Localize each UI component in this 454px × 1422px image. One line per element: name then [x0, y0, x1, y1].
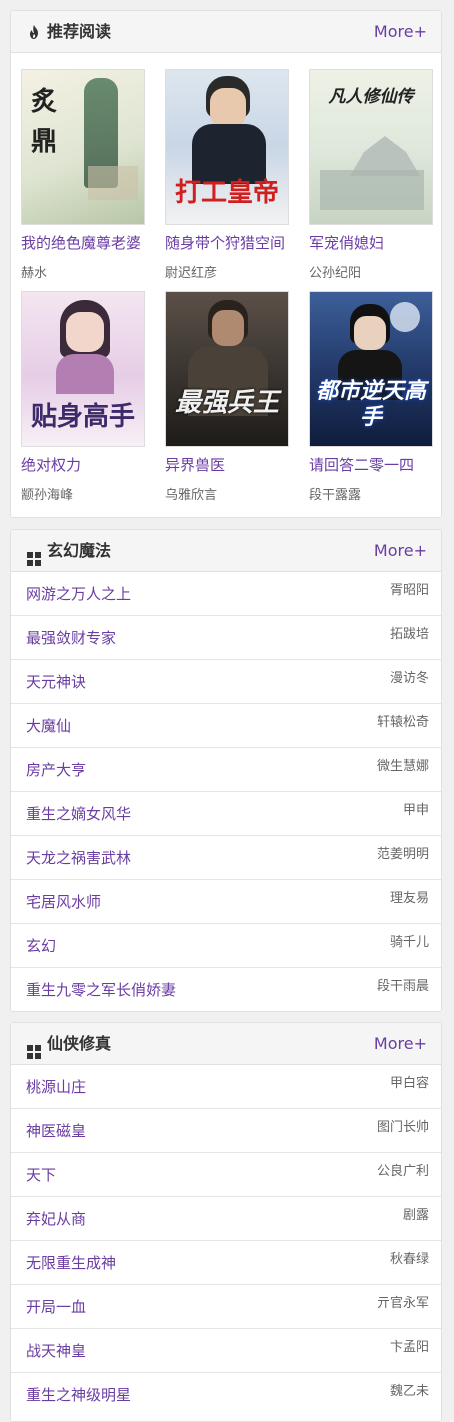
book-cover-title: 打工皇帝: [174, 178, 279, 208]
book-cover-title: 都市逆天高手: [316, 378, 427, 430]
list-item[interactable]: 战天神皇 卞孟阳: [11, 1329, 441, 1373]
list-item[interactable]: 弃妃从商 剧露: [11, 1197, 441, 1241]
list-item[interactable]: 桃源山庄 甲白容: [11, 1065, 441, 1109]
book-cover-title: 贴身高手: [30, 402, 135, 432]
book-title[interactable]: 军宠俏媳妇: [309, 233, 437, 253]
xuanhuan-header: 玄幻魔法 More+: [11, 530, 441, 572]
list-item-title[interactable]: 大魔仙: [26, 716, 71, 736]
list-item-title[interactable]: 重生之神级明星: [26, 1385, 131, 1405]
list-item-title[interactable]: 天元神诀: [26, 672, 86, 692]
book-title[interactable]: 随身带个狩猎空间: [165, 233, 293, 253]
list-item-title[interactable]: 开局一血: [26, 1297, 86, 1317]
book-author: 尉迟红彦: [165, 266, 218, 281]
recommend-panel: 推荐阅读 More+ 炙鼎 我的绝色魔尊老婆 赫水 打工皇帝 随身带个狩猎空间 …: [10, 10, 442, 518]
list-item-author: 微生慧娜: [376, 759, 429, 774]
list-item-title[interactable]: 无限重生成神: [26, 1253, 116, 1273]
list-item-author: 甲申: [402, 803, 429, 818]
xianxia-header: 仙侠修真 More+: [11, 1023, 441, 1065]
list-item-title[interactable]: 神医磁皇: [26, 1121, 86, 1141]
flame-icon: [30, 25, 38, 39]
list-item[interactable]: 天元神诀 漫访冬: [11, 660, 441, 704]
list-item-title[interactable]: 天龙之祸害武林: [26, 848, 131, 868]
xianxia-panel: 仙侠修真 More+ 桃源山庄 甲白容 神医磁皇 图门长帅 天下 公良广利 弃妃从商 剧…: [10, 1022, 442, 1422]
list-item-title[interactable]: 弃妃从商: [26, 1209, 86, 1229]
list-item-author: 骑千儿: [389, 935, 429, 950]
xuanhuan-list: 网游之万人之上 胥昭阳 最强敛财专家 拓跋培 天元神诀 漫访冬 大魔仙 轩辕松奇 房产大…: [11, 572, 441, 1011]
list-item[interactable]: 大魔仙 轩辕松奇: [11, 704, 441, 748]
list-item-title[interactable]: 天下: [26, 1165, 56, 1185]
list-item[interactable]: 网游之万人之上 胥昭阳: [11, 572, 441, 616]
book-cover[interactable]: 炙鼎: [21, 69, 145, 225]
list-item-author: 魏乙未: [389, 1384, 429, 1399]
book-author: 乌雅欣言: [165, 488, 218, 503]
list-item[interactable]: 开局一血 亓官永军: [11, 1285, 441, 1329]
recommend-more-link[interactable]: More+: [374, 22, 427, 42]
book-cover[interactable]: 凡人修仙传: [309, 69, 433, 225]
list-item[interactable]: 神医磁皇 图门长帅: [11, 1109, 441, 1153]
list-item[interactable]: 无限重生成神 秋春绿: [11, 1241, 441, 1285]
recommend-header: 推荐阅读 More+: [11, 11, 441, 53]
list-item-author: 段干雨晨: [376, 979, 429, 994]
list-item-author: 轩辕松奇: [376, 715, 429, 730]
list-item-title[interactable]: 战天神皇: [26, 1341, 86, 1361]
list-item-author: 剧露: [402, 1208, 429, 1223]
recommend-title: 推荐阅读: [27, 22, 111, 42]
book-title[interactable]: 绝对权力: [21, 455, 149, 475]
list-item-title[interactable]: 玄幻: [26, 936, 56, 956]
book-author: 公孙纪阳: [309, 266, 362, 281]
list-item[interactable]: 最强敛财专家 拓跋培: [11, 616, 441, 660]
list-item[interactable]: 天下 公良广利: [11, 1153, 441, 1197]
list-item-author: 范姜明明: [376, 847, 429, 862]
book-title[interactable]: 异界兽医: [165, 455, 293, 475]
book-cover-title: 最强兵王: [174, 388, 279, 418]
book-cover[interactable]: 打工皇帝: [165, 69, 289, 225]
list-item-author: 胥昭阳: [389, 583, 429, 598]
book-cover-title: 炙鼎: [30, 87, 57, 157]
xuanhuan-title: 玄幻魔法: [27, 541, 111, 566]
list-item-title[interactable]: 宅居风水师: [26, 892, 101, 912]
xianxia-title: 仙侠修真: [27, 1034, 111, 1059]
xianxia-list: 桃源山庄 甲白容 神医磁皇 图门长帅 天下 公良广利 弃妃从商 剧露 无限重生成神 秋春绿…: [11, 1065, 441, 1417]
list-item[interactable]: 房产大亨 微生慧娜: [11, 748, 441, 792]
recommend-title-text: 推荐阅读: [47, 22, 112, 41]
xianxia-title-text: 仙侠修真: [47, 1034, 112, 1053]
list-item[interactable]: 宅居风水师 理友易: [11, 880, 441, 924]
grid-icon: [27, 552, 41, 566]
book-cover[interactable]: 贴身高手: [21, 291, 145, 447]
xuanhuan-more-link[interactable]: More+: [374, 541, 427, 561]
list-item-author: 图门长帅: [376, 1120, 429, 1135]
list-item-title[interactable]: 房产大亨: [26, 760, 86, 780]
list-item-title[interactable]: 重生九零之军长俏娇妻: [26, 980, 176, 1000]
book-cover[interactable]: 最强兵王: [165, 291, 289, 447]
book-cover-title: 凡人修仙传: [328, 87, 414, 107]
list-item-author: 亓官永军: [376, 1296, 429, 1311]
list-item[interactable]: 重生之神级明星 魏乙未: [11, 1373, 441, 1417]
grid-icon: [27, 1045, 41, 1059]
list-item-author: 公良广利: [376, 1164, 429, 1179]
list-item-author: 秋春绿: [389, 1252, 429, 1267]
xuanhuan-panel: 玄幻魔法 More+ 网游之万人之上 胥昭阳 最强敛财专家 拓跋培 天元神诀 漫访冬 …: [10, 529, 442, 1012]
book-author: 颛孙海峰: [21, 488, 74, 503]
list-item-title[interactable]: 最强敛财专家: [26, 628, 116, 648]
list-item[interactable]: 重生九零之军长俏娇妻 段干雨晨: [11, 968, 441, 1011]
list-item[interactable]: 天龙之祸害武林 范姜明明: [11, 836, 441, 880]
list-item-author: 拓跋培: [389, 627, 429, 642]
list-item-author: 卞孟阳: [389, 1340, 429, 1355]
book-author: 赫水: [21, 266, 48, 281]
book-cover[interactable]: 都市逆天高手: [309, 291, 433, 447]
list-item[interactable]: 重生之嫡女风华 甲申: [11, 792, 441, 836]
xianxia-more-link[interactable]: More+: [374, 1034, 427, 1054]
list-item-title[interactable]: 网游之万人之上: [26, 584, 131, 604]
book-title[interactable]: 请回答二零一四: [309, 455, 437, 475]
list-item[interactable]: 玄幻 骑千儿: [11, 924, 441, 968]
xuanhuan-title-text: 玄幻魔法: [47, 541, 112, 560]
list-item-title[interactable]: 重生之嫡女风华: [26, 804, 131, 824]
list-item-title[interactable]: 桃源山庄: [26, 1077, 86, 1097]
book-author: 段干露露: [309, 488, 362, 503]
list-item-author: 漫访冬: [389, 671, 429, 686]
list-item-author: 甲白容: [389, 1076, 429, 1091]
book-title[interactable]: 我的绝色魔尊老婆: [21, 233, 149, 253]
book-grid: 炙鼎 我的绝色魔尊老婆 赫水 打工皇帝 随身带个狩猎空间 尉迟红彦 凡人修仙传 …: [11, 53, 441, 517]
list-item-author: 理友易: [389, 891, 429, 906]
